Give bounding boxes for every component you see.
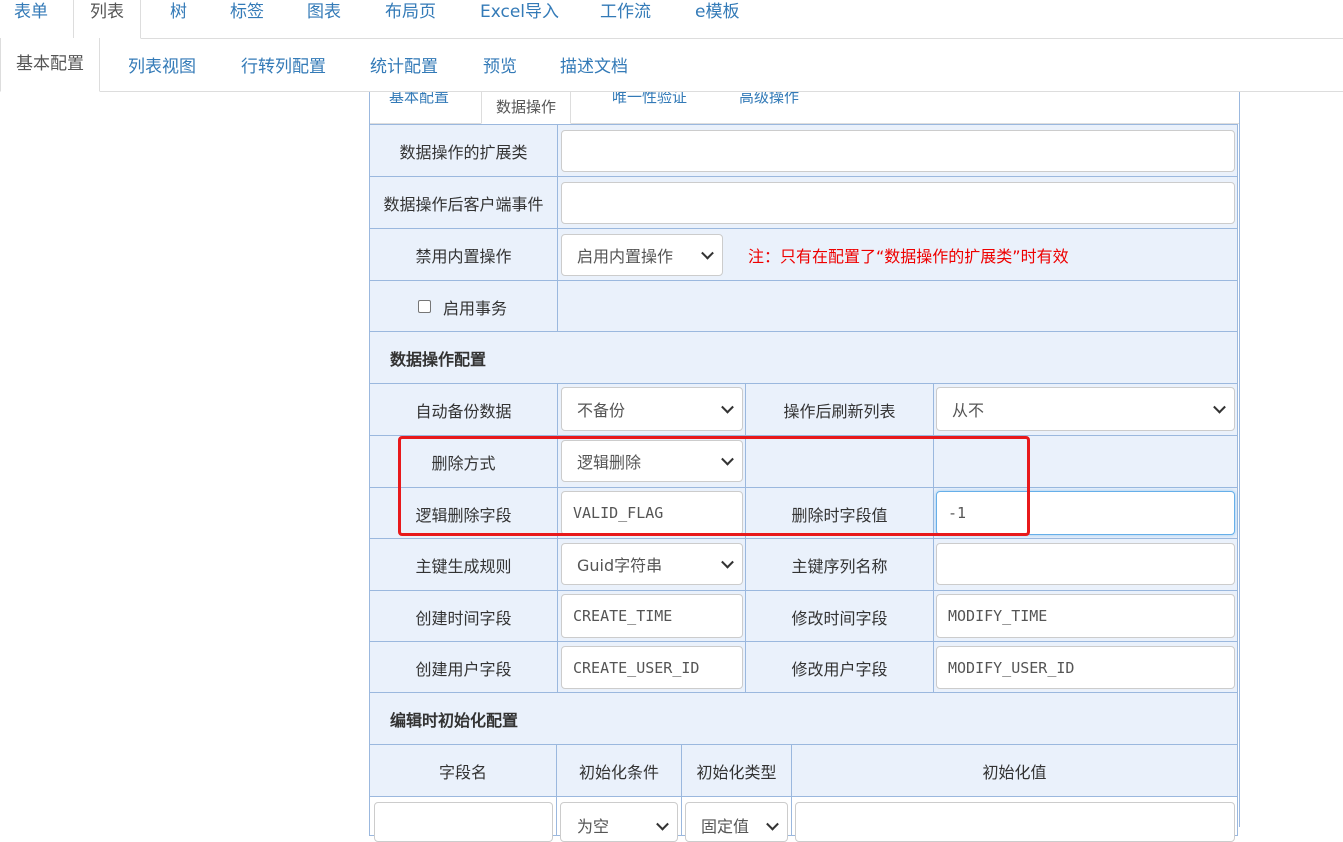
tab-tree[interactable]: 树	[170, 0, 187, 38]
inner-tab-unique-validation[interactable]: 唯一性验证	[612, 92, 687, 107]
col-header-type: 初始化类型	[696, 762, 777, 782]
tab-description-doc[interactable]: 描述文档	[560, 52, 628, 77]
pk-rule-select[interactable]: Guid字符串	[561, 543, 743, 585]
pk-seq-input[interactable]	[936, 543, 1235, 585]
disable-builtin-note: 注：只有在配置了“数据操作的扩展类”时有效	[748, 247, 1069, 266]
col-header-condition: 初始化条件	[578, 762, 659, 782]
disable-builtin-select[interactable]: 启用内置操作	[561, 234, 723, 276]
create-time-input[interactable]: CREATE_TIME	[561, 594, 743, 638]
inner-tab-basic[interactable]: 基本配置	[389, 92, 449, 107]
pk-rule-label: 主键生成规则	[415, 556, 512, 576]
chevron-down-icon	[656, 817, 669, 831]
init-type-select[interactable]: 固定值	[685, 802, 788, 842]
section-cell	[369, 331, 1238, 384]
init-condition-select[interactable]: 为空	[560, 802, 678, 842]
data-op-section-title: 数据操作配置	[390, 349, 487, 369]
chevron-down-icon	[1213, 400, 1226, 414]
tab-chart[interactable]: 图表	[307, 0, 341, 38]
modify-user-label: 修改用户字段	[791, 659, 888, 679]
init-field-input[interactable]	[374, 802, 553, 842]
chevron-down-icon	[766, 817, 779, 831]
inner-tab-advanced[interactable]: 高级操作	[739, 92, 799, 107]
tab-workflow[interactable]: 工作流	[600, 0, 651, 38]
tab-tag[interactable]: 标签	[230, 0, 264, 38]
client-event-label: 数据操作后客户端事件	[383, 194, 544, 214]
col-header-value: 初始化值	[982, 762, 1047, 782]
tab-layout[interactable]: 布局页	[385, 0, 436, 38]
inner-tab-bar: 基本配置 数据操作 唯一性验证 高级操作	[370, 92, 1239, 124]
backup-value: 不备份	[577, 401, 626, 420]
highlight-box	[398, 436, 1030, 536]
modify-time-input[interactable]: MODIFY_TIME	[936, 594, 1235, 638]
client-event-input[interactable]	[561, 182, 1235, 224]
sub-tab-bar: 基本配置 列表视图 行转列配置 统计配置 预览 描述文档	[0, 38, 1343, 92]
chevron-down-icon	[721, 555, 734, 569]
refresh-value: 从不	[952, 401, 985, 420]
init-type-value: 固定值	[701, 817, 750, 836]
ext-class-input[interactable]	[561, 130, 1235, 172]
tab-row-to-column[interactable]: 行转列配置	[241, 52, 326, 77]
tab-preview[interactable]: 预览	[483, 52, 517, 77]
refresh-label: 操作后刷新列表	[783, 401, 896, 421]
tab-form[interactable]: 表单	[14, 0, 48, 38]
refresh-select[interactable]: 从不	[936, 387, 1235, 431]
col-header-field: 字段名	[438, 762, 487, 782]
pk-seq-label: 主键序列名称	[791, 556, 888, 576]
init-section-title: 编辑时初始化配置	[390, 710, 519, 730]
tab-statistics[interactable]: 统计配置	[370, 52, 438, 77]
chevron-down-icon	[701, 246, 714, 260]
tab-list[interactable]: 列表	[73, 0, 141, 39]
backup-select[interactable]: 不备份	[561, 387, 743, 431]
ext-class-label: 数据操作的扩展类	[399, 142, 528, 162]
create-user-input[interactable]: CREATE_USER_ID	[561, 646, 743, 689]
init-value-input[interactable]	[795, 802, 1235, 842]
modify-user-input[interactable]: MODIFY_USER_ID	[936, 646, 1235, 689]
tab-excel-import[interactable]: Excel导入	[480, 0, 559, 38]
disable-builtin-label: 禁用内置操作	[415, 246, 512, 266]
value-cell	[557, 280, 1238, 333]
create-time-label: 创建时间字段	[415, 608, 512, 628]
backup-label: 自动备份数据	[415, 401, 512, 421]
pk-rule-value: Guid字符串	[577, 556, 663, 575]
transaction-label: 启用事务	[443, 298, 508, 318]
inner-tab-data-operation[interactable]: 数据操作	[481, 92, 572, 124]
modify-time-label: 修改时间字段	[791, 608, 888, 628]
tab-basic-config[interactable]: 基本配置	[0, 38, 100, 92]
tab-list-view[interactable]: 列表视图	[128, 52, 196, 77]
tab-e-template[interactable]: e模板	[695, 0, 739, 38]
top-tab-bar: 表单 列表 树 标签 图表 布局页 Excel导入 工作流 e模板	[0, 0, 1343, 39]
chevron-down-icon	[721, 400, 734, 414]
transaction-checkbox[interactable]	[418, 300, 431, 313]
disable-builtin-value: 启用内置操作	[577, 247, 674, 266]
init-condition-value: 为空	[577, 817, 610, 836]
create-user-label: 创建用户字段	[415, 659, 512, 679]
